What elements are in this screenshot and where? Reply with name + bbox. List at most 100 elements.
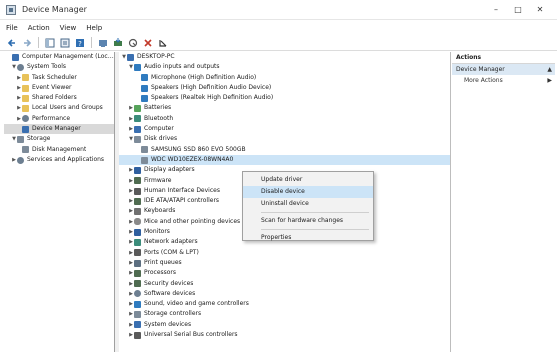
tree-item[interactable]: ▶ Storage controllers [119, 309, 450, 319]
tree-item[interactable]: Device Manager [4, 124, 114, 135]
tree-item-label: Batteries [144, 104, 172, 112]
computer-icon [12, 53, 19, 61]
tree-item-label: Shared Folders [32, 94, 77, 102]
tree-item[interactable]: ▶ Performance [4, 114, 114, 124]
help-icon[interactable]: ? [74, 37, 86, 49]
tree-item-label: Storage [27, 135, 51, 143]
tree-item-label: Speakers (Realtek High Definition Audio) [151, 94, 274, 102]
tree-item[interactable]: ▶ Bluetooth [119, 114, 450, 124]
properties-icon[interactable] [59, 37, 71, 49]
folder-icon [22, 94, 29, 102]
computer-icon [134, 125, 141, 133]
tree-item[interactable]: ▶ Software devices [119, 289, 450, 299]
minimize-button[interactable]: – [485, 3, 507, 17]
forward-icon[interactable] [21, 37, 33, 49]
scan-icon[interactable] [157, 37, 169, 49]
submenu-arrow-icon: ▶ [547, 77, 552, 84]
context-menu-item[interactable]: Uninstall device [243, 198, 373, 210]
monitor-icon [134, 166, 141, 174]
tree-item[interactable]: ▶ Universal Serial Bus controllers [119, 330, 450, 340]
show-hide-tree-icon[interactable] [44, 37, 56, 49]
disk-icon [134, 311, 141, 319]
menu-separator [261, 212, 369, 213]
tree-item[interactable]: ▶ Shared Folders [4, 93, 114, 103]
context-menu: Update driver Disable device Uninstall dev… [242, 171, 374, 241]
disable-device-icon[interactable] [127, 37, 139, 49]
window-title: Device Manager [22, 5, 87, 14]
actions-section-device-manager[interactable]: Device Manager ▲ [452, 64, 555, 75]
tree-item-label: Task Scheduler [32, 73, 77, 81]
menu-file[interactable]: File [6, 24, 18, 32]
tree-item[interactable]: Speakers (Realtek High Definition Audio) [119, 93, 450, 103]
disk-icon [134, 136, 141, 144]
menu-help[interactable]: Help [86, 24, 102, 32]
window-controls: – □ ✕ [485, 3, 551, 17]
tree-item-label: Print queues [144, 258, 182, 266]
context-menu-item[interactable]: Scan for hardware changes [243, 215, 373, 227]
tree-item[interactable]: SAMSUNG SSD 860 EVO 500GB [119, 145, 450, 155]
tree-item[interactable]: Speakers (High Definition Audio Device) [119, 83, 450, 93]
tree-item[interactable]: ▼ Audio inputs and outputs [119, 62, 450, 72]
tree-item[interactable]: ▶ Sound, video and game controllers [119, 299, 450, 309]
menu-separator [261, 229, 369, 230]
tree-item[interactable]: WDC WD10EZEX-08WN4A0 [119, 154, 450, 166]
tree-item[interactable]: ▶ Local Users and Groups [4, 103, 114, 113]
usb-icon [134, 331, 141, 339]
chip-icon [134, 269, 141, 277]
tree-item[interactable]: ▼ System Tools [4, 62, 114, 72]
tree-item[interactable]: Computer Management (Local) [4, 52, 114, 62]
update-driver-icon[interactable] [112, 37, 124, 49]
context-menu-item[interactable]: Update driver [243, 174, 373, 186]
tree-item-label: Processors [144, 269, 177, 277]
tree-item-label: Computer [144, 125, 174, 133]
net-icon [134, 238, 141, 246]
printer-icon [134, 259, 141, 267]
tree-item[interactable]: ▶ Batteries [119, 103, 450, 113]
tree-item[interactable]: ▶ Print queues [119, 258, 450, 268]
mouse-icon [134, 218, 141, 226]
tree-item[interactable]: ▼ Disk drives [119, 134, 450, 144]
maximize-button[interactable]: □ [507, 3, 529, 17]
tree-item-label: Services and Applications [27, 155, 105, 163]
disk-icon [17, 136, 24, 144]
tree-item[interactable]: Microphone (High Definition Audio) [119, 73, 450, 83]
back-icon[interactable] [6, 37, 18, 49]
more-actions-item[interactable]: More Actions ▶ [452, 75, 555, 86]
tree-item[interactable]: ▶ System devices [119, 320, 450, 330]
title-bar: Device Manager – □ ✕ [0, 0, 557, 20]
tree-item-label: Performance [32, 114, 71, 122]
computer-icon [134, 321, 141, 329]
tree-item[interactable]: ▶ Ports (COM & LPT) [119, 248, 450, 258]
tree-item[interactable]: ▼ DESKTOP-PC [119, 52, 450, 62]
svg-text:?: ? [78, 40, 82, 48]
disk-icon [22, 146, 29, 154]
disk-icon [141, 146, 148, 154]
tree-item-label: Mice and other pointing devices [144, 217, 241, 225]
tree-item-label: Keyboards [144, 207, 176, 215]
tree-item[interactable]: ▼ Storage [4, 134, 114, 144]
tree-item[interactable]: ▶ Task Scheduler [4, 73, 114, 83]
disk-icon [141, 156, 148, 164]
menu-bar: File Action View Help [0, 21, 557, 34]
tree-item-label: Ports (COM & LPT) [144, 248, 199, 256]
menu-view[interactable]: View [60, 24, 77, 32]
tree-item-label: Software devices [144, 289, 196, 297]
uninstall-icon[interactable] [142, 37, 154, 49]
gear-icon [17, 63, 24, 71]
tree-item[interactable]: ▶ Processors [119, 268, 450, 278]
tree-item[interactable]: ▶ Event Viewer [4, 83, 114, 93]
tree-item-label: Security devices [144, 279, 194, 287]
scan-hardware-icon[interactable] [97, 37, 109, 49]
close-button[interactable]: ✕ [529, 3, 551, 17]
tree-item[interactable]: Disk Management [4, 145, 114, 155]
context-menu-item[interactable]: Properties [243, 232, 373, 244]
context-menu-item[interactable]: Disable device [243, 186, 373, 198]
menu-action[interactable]: Action [28, 24, 50, 32]
usb-icon [134, 187, 141, 195]
tree-item-label: IDE ATA/ATAPI controllers [144, 197, 220, 205]
tree-item[interactable]: ▶ Services and Applications [4, 155, 114, 165]
net-icon [134, 115, 141, 123]
tree-item[interactable]: ▶ Security devices [119, 279, 450, 289]
actions-pane: Actions Device Manager ▲ More Actions ▶ [452, 52, 555, 352]
tree-item[interactable]: ▶ Computer [119, 124, 450, 134]
